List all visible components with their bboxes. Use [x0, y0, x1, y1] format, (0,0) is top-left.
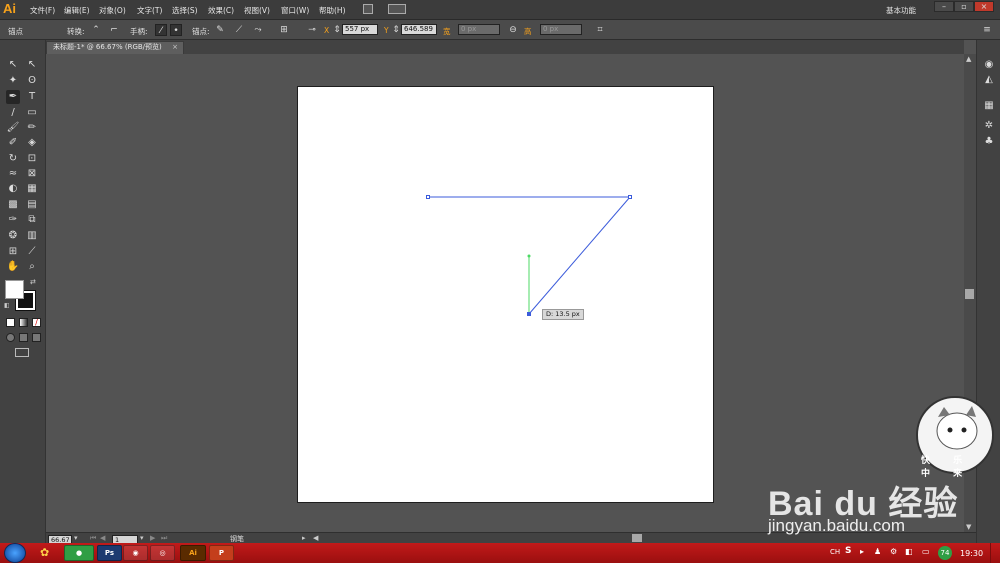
security-badge[interactable]: 74 [938, 546, 952, 560]
network-icon[interactable]: ⚙ [890, 547, 897, 556]
horizontal-scroll-thumb[interactable] [632, 534, 642, 542]
start-button[interactable] [4, 543, 26, 563]
zoom-dropdown-icon[interactable]: ▾ [74, 534, 78, 542]
anchor-point-active [527, 312, 531, 316]
ime-indicator[interactable]: CH [830, 548, 840, 556]
sogou-icon[interactable]: S [845, 546, 851, 556]
pinned-app-icon[interactable]: ✿ [40, 546, 49, 559]
taskbar-chrome[interactable]: ◉ [123, 545, 148, 561]
tray-arrow-icon[interactable]: ▸ [860, 547, 864, 556]
anchor-point-start [426, 195, 430, 199]
path-segment-diagonal [528, 196, 631, 315]
last-artboard-icon[interactable]: ⏭ [161, 534, 167, 543]
scroll-down-icon[interactable]: ▼ [966, 523, 971, 531]
measure-tooltip: D: 13.5 px [542, 309, 584, 320]
battery-icon[interactable]: ▭ [922, 547, 930, 556]
scroll-left-icon[interactable]: ◀ [313, 534, 318, 542]
next-artboard-icon[interactable]: ▶ [150, 534, 155, 542]
direction-handle-point [527, 254, 531, 258]
first-artboard-icon[interactable]: ⏮ [90, 534, 96, 543]
taskbar-browser[interactable]: ◎ [150, 545, 175, 561]
volume-icon[interactable]: ◧ [905, 547, 913, 556]
scroll-up-icon[interactable]: ▲ [966, 55, 971, 63]
clock: 19:30 [960, 549, 984, 558]
taskbar-wechat[interactable]: ● [64, 545, 94, 561]
taskbar-illustrator[interactable]: Ai [180, 545, 206, 561]
vertical-scroll-thumb[interactable] [965, 289, 974, 299]
artboard-dropdown-icon[interactable]: ▾ [140, 534, 144, 542]
taskbar: ✿ ● Ps ◉ ◎ Ai P CH S ▸ ♟ ⚙ ◧ ▭ 74 19:30 [0, 543, 1000, 563]
prev-artboard-icon[interactable]: ◀ [100, 534, 105, 542]
taskbar-powerpoint[interactable]: P [209, 545, 234, 561]
status-menu-icon[interactable]: ▸ [302, 534, 306, 542]
tray-app-icon[interactable]: ♟ [874, 547, 881, 556]
show-desktop-button[interactable] [990, 543, 1000, 563]
anchor-point-corner [628, 195, 632, 199]
taskbar-photoshop[interactable]: Ps [97, 545, 122, 561]
baidu-watermark-url: jingyan.baidu.com [768, 516, 906, 535]
